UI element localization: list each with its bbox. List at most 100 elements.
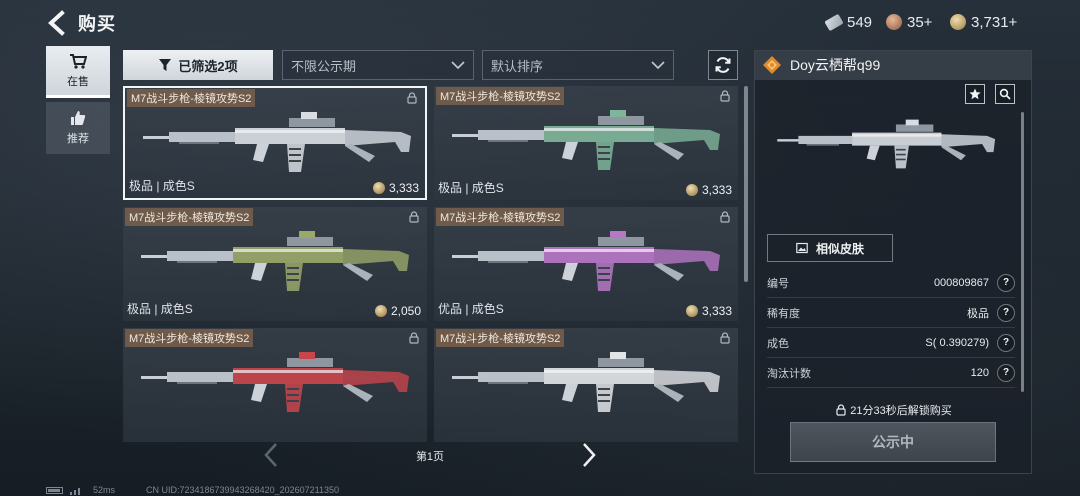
buy-button[interactable]: 公示中 xyxy=(790,422,996,462)
attr-label: 淘汰计数 xyxy=(767,367,811,380)
item-card[interactable]: M7战斗步枪-棱镜攻势S2 极品 | 成色S 3,333 xyxy=(434,86,738,200)
unlock-note-text: 21分33秒后解锁购买 xyxy=(850,405,952,417)
rifle-image xyxy=(452,110,720,170)
similar-skins-button[interactable]: 相似皮肤 xyxy=(767,234,893,262)
rifle-image xyxy=(141,231,409,291)
page-title: 购买 xyxy=(78,14,116,34)
refresh-button[interactable] xyxy=(708,50,738,80)
filter-icon xyxy=(159,59,172,71)
lock-icon xyxy=(720,211,730,223)
item-name: M7战斗步枪-棱镜攻势S2 xyxy=(127,89,256,107)
sidebar-item-recommend[interactable]: 推荐 xyxy=(46,102,110,154)
rifle-image xyxy=(143,112,411,172)
list-scrollbar[interactable] xyxy=(744,86,748,282)
rifle-preview-image xyxy=(777,119,996,169)
currency-bronze[interactable]: 35+ xyxy=(886,12,932,32)
item-name: M7战斗步枪-棱镜攻势S2 xyxy=(436,329,565,347)
attr-label: 稀有度 xyxy=(767,307,800,320)
item-price-value: 2,050 xyxy=(390,304,421,318)
attr-row-rarity: 稀有度 极品 ? xyxy=(767,298,1015,328)
previous-page-button[interactable] xyxy=(262,442,282,468)
attr-label: 编号 xyxy=(767,277,789,290)
sidebar-item-label: 在售 xyxy=(67,75,89,88)
ticket-count: 549 xyxy=(847,13,873,31)
inspect-button[interactable] xyxy=(995,84,1015,104)
item-card[interactable]: M7战斗步枪-棱镜攻势S2 极品 | 成色S 3,333 xyxy=(123,86,427,200)
next-page-button[interactable] xyxy=(578,442,598,468)
help-button[interactable]: ? xyxy=(997,333,1015,352)
gold-coin-icon xyxy=(685,184,698,196)
lock-icon xyxy=(720,332,730,344)
seller-badge-icon xyxy=(763,56,781,74)
currency-ticket[interactable]: 549 xyxy=(824,12,873,32)
item-grade: 极品 | 成色S xyxy=(129,179,195,193)
help-button[interactable]: ? xyxy=(997,273,1015,292)
item-grade: 极品 | 成色S xyxy=(127,302,193,316)
cart-icon xyxy=(70,53,87,69)
attr-label: 成色 xyxy=(767,337,789,350)
item-price-value: 3,333 xyxy=(701,304,732,318)
item-card[interactable]: M7战斗步枪-棱镜攻势S2 极品 | 成色S 2,050 xyxy=(123,207,427,321)
page-indicator: 第1页 xyxy=(415,451,445,463)
item-price: 3,333 xyxy=(685,183,732,197)
unlock-note: 21分33秒后解锁购买 xyxy=(770,402,1018,418)
rifle-image xyxy=(452,352,720,412)
item-price: 3,333 xyxy=(372,181,419,195)
chevron-down-icon xyxy=(651,61,665,70)
seller-header: Doy云栖帮q99 xyxy=(754,50,1032,80)
item-price-value: 3,333 xyxy=(701,183,732,197)
sidebar-item-label: 推荐 xyxy=(67,133,89,145)
ticket-icon xyxy=(824,13,844,31)
gold-coin-icon xyxy=(685,305,698,317)
gold-coin-icon xyxy=(950,14,966,30)
back-arrow-icon[interactable] xyxy=(46,10,70,36)
item-grade: 极品 | 成色S xyxy=(438,181,504,195)
public-period-dropdown[interactable]: 不限公示期 xyxy=(282,50,474,80)
detail-scrollbar[interactable] xyxy=(1021,112,1024,392)
battery-signal-icon xyxy=(46,487,80,495)
item-price: 3,333 xyxy=(685,304,732,318)
gold-coin-icon xyxy=(372,182,385,194)
similar-skins-label: 相似皮肤 xyxy=(815,241,864,256)
help-button[interactable]: ? xyxy=(997,303,1015,322)
public-period-value: 不限公示期 xyxy=(291,58,357,74)
help-button[interactable]: ? xyxy=(997,363,1015,382)
lock-icon xyxy=(407,92,417,104)
sort-dropdown[interactable]: 默认排序 xyxy=(482,50,674,80)
ping-readout: 52ms xyxy=(93,485,116,495)
item-name: M7战斗步枪-棱镜攻势S2 xyxy=(436,87,565,105)
attr-row-kill-count: 淘汰计数 120 ? xyxy=(767,358,1015,388)
currency-gold[interactable]: 3,731+ xyxy=(950,12,1017,32)
lock-icon xyxy=(720,90,730,102)
filter-button[interactable]: 已筛选2项 xyxy=(123,50,273,80)
lock-icon xyxy=(409,211,419,223)
item-name: M7战斗步枪-棱镜攻势S2 xyxy=(436,208,565,226)
rifle-image xyxy=(141,352,409,412)
filter-button-label: 已筛选2项 xyxy=(178,58,238,74)
item-card[interactable]: M7战斗步枪-棱镜攻势S2 xyxy=(434,328,738,442)
item-card[interactable]: M7战斗步枪-棱镜攻势S2 优品 | 成色S 3,333 xyxy=(434,207,738,321)
attr-value: S( 0.390279) xyxy=(925,336,989,349)
bronze-count: 35+ xyxy=(907,13,933,31)
item-name: M7战斗步枪-棱镜攻势S2 xyxy=(125,208,254,226)
attr-row-wear: 成色 S( 0.390279) ? xyxy=(767,328,1015,358)
image-icon xyxy=(796,242,808,254)
attr-value: 000809867 xyxy=(933,276,989,289)
star-icon xyxy=(969,88,981,100)
favorite-button[interactable] xyxy=(965,84,985,104)
gold-count: 3,731+ xyxy=(971,13,1018,31)
sidebar-item-on-sale[interactable]: 在售 xyxy=(46,46,110,98)
uid-readout: CN UID:7234186739943268420_202607211350 xyxy=(146,485,340,495)
lock-icon xyxy=(836,404,846,416)
item-name: M7战斗步枪-棱镜攻势S2 xyxy=(125,329,254,347)
gold-coin-icon xyxy=(374,305,387,317)
item-price: 2,050 xyxy=(374,304,421,318)
chevron-down-icon xyxy=(451,61,465,70)
item-card[interactable]: M7战斗步枪-棱镜攻势S2 xyxy=(123,328,427,442)
refresh-icon xyxy=(715,57,731,73)
thumbs-up-icon xyxy=(71,111,86,125)
sort-value: 默认排序 xyxy=(491,58,544,74)
item-grade: 优品 | 成色S xyxy=(438,302,504,316)
magnifier-icon xyxy=(999,88,1011,100)
item-price-value: 3,333 xyxy=(388,181,419,195)
